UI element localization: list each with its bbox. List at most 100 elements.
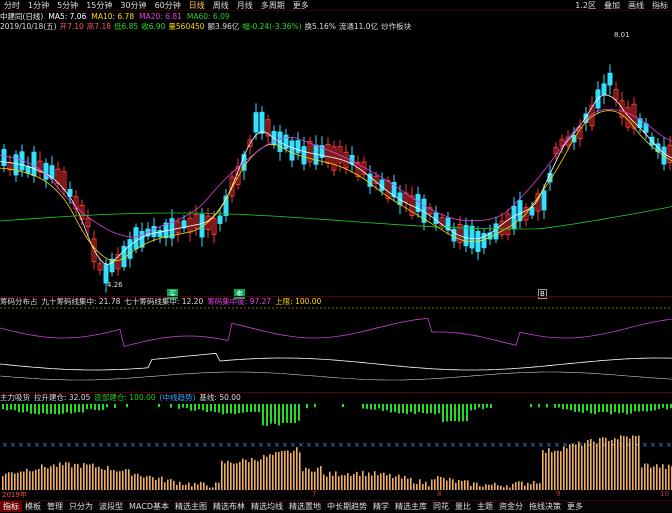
- indicator-tab-6[interactable]: 精选主图: [172, 501, 210, 512]
- period-tab-2[interactable]: 5分钟: [53, 0, 82, 11]
- accumulation-bar: [490, 404, 492, 409]
- main-force-bar: [416, 484, 418, 490]
- main-force-bar: [557, 450, 559, 490]
- indicator-tab-2[interactable]: 管理: [44, 501, 66, 512]
- accumulation-bar: [94, 404, 96, 410]
- accumulation-bar: [186, 404, 188, 409]
- period-tab-9[interactable]: 多周期: [257, 0, 289, 11]
- accumulation-bar: [642, 404, 644, 412]
- period-tab-8[interactable]: 月线: [233, 0, 257, 11]
- toolbar-right-button-0[interactable]: 1.2区: [571, 0, 600, 11]
- indicator-tab-4[interactable]: 波段型: [96, 501, 126, 512]
- indicator2-header: 主力吸货 拉升建仓: 32.05 底部建仓: 100.00 (中线趋势) 基线:…: [0, 393, 241, 402]
- indicator-tab-9[interactable]: 精选置地: [286, 501, 324, 512]
- main-force-bar: [287, 450, 289, 490]
- indicator-tab-17[interactable]: 拖线决策: [526, 501, 564, 512]
- toolbar-right-button-2[interactable]: 画线: [624, 0, 648, 11]
- main-force-bar: [479, 486, 481, 490]
- baseline-marker: ×: [74, 441, 80, 449]
- main-force-bar: [332, 475, 334, 490]
- main-force-bar: [563, 446, 565, 490]
- main-force-bar: [266, 456, 268, 490]
- main-force-bar: [131, 475, 133, 490]
- quote-high: 高7.18: [86, 21, 111, 31]
- indicator-tab-10[interactable]: 中长期趋势: [324, 501, 370, 512]
- baseline-marker: ×: [498, 441, 504, 449]
- chip-distribution-chart[interactable]: [0, 306, 672, 391]
- indicator-tab-1[interactable]: 模板: [22, 501, 44, 512]
- indicator-tab-12[interactable]: 精选主库: [392, 501, 430, 512]
- low-price-label: 4.26: [107, 281, 123, 289]
- chip-line-70: [0, 371, 672, 381]
- accumulation-bar: [602, 404, 604, 413]
- main-force-bar: [512, 483, 514, 490]
- indicator-tab-14[interactable]: 量比: [452, 501, 474, 512]
- indicator-tab-3[interactable]: 只分为: [66, 501, 96, 512]
- accumulation-bar: [530, 404, 532, 408]
- baseline-marker: ×: [546, 441, 552, 449]
- accumulation-bar: [254, 404, 256, 412]
- baseline-marker: ×: [146, 441, 152, 449]
- main-force-bar: [656, 464, 658, 490]
- quote-change: 幅-0.24(-3.36%): [242, 21, 302, 31]
- indicator-tab-7[interactable]: 精选布林: [210, 501, 248, 512]
- period-tab-3[interactable]: 15分钟: [82, 0, 116, 11]
- indicator-tab-11[interactable]: 精学: [370, 501, 392, 512]
- indicator-tab-13[interactable]: 同花: [430, 501, 452, 512]
- main-force-bar: [296, 447, 298, 490]
- toolbar-right-button-1[interactable]: 叠加: [600, 0, 624, 11]
- main-force-bar: [590, 438, 592, 490]
- baseline-marker: ×: [210, 441, 216, 449]
- period-tab-6[interactable]: 日线: [185, 0, 209, 11]
- period-tab-7[interactable]: 周线: [209, 0, 233, 11]
- baseline-marker: ×: [162, 441, 168, 449]
- indicator-tab-16[interactable]: 资金分: [496, 501, 526, 512]
- indicator-tab-8[interactable]: 精选均线: [248, 501, 286, 512]
- main-force-bar: [278, 451, 280, 490]
- accumulation-bar: [470, 404, 472, 411]
- accumulation-bar: [366, 404, 368, 409]
- main-force-bar: [545, 452, 547, 490]
- period-tab-0[interactable]: 分时: [0, 0, 24, 11]
- indicator-tab-bar: 指标 模板 管理 只分为 波段型 MACD基本 精选主图 精选布林 精选均线 精选置地 中长期趋势精…: [0, 500, 672, 512]
- main-force-bar: [26, 468, 28, 490]
- baseline-marker: ×: [378, 441, 384, 449]
- main-force-chart[interactable]: × × × × × × × × × × × × × × × × × × × × × × × × × × × × × × × × × × × × × × × ×…: [0, 402, 672, 491]
- main-force-bar: [560, 451, 562, 490]
- main-force-bar: [17, 472, 19, 490]
- main-force-bar: [182, 485, 184, 490]
- accumulation-bar: [594, 404, 596, 415]
- main-force-bar: [398, 474, 400, 490]
- main-force-bar: [506, 485, 508, 490]
- period-tab-1[interactable]: 1分钟: [24, 0, 53, 11]
- period-tab-10[interactable]: 更多: [289, 0, 313, 11]
- baseline-marker: ×: [202, 441, 208, 449]
- candle-body: [493, 223, 499, 240]
- accumulation-bar: [222, 404, 224, 415]
- main-force-bar: [353, 473, 355, 490]
- main-force-bar: [77, 464, 79, 490]
- main-force-bar: [299, 452, 301, 490]
- main-force-bar: [107, 465, 109, 490]
- indicator-tab-0[interactable]: 指标: [0, 501, 22, 512]
- indicator-tab-5[interactable]: MACD基本: [126, 501, 172, 512]
- main-force-bar: [377, 475, 379, 490]
- main-force-bar: [32, 471, 34, 490]
- baseline-marker: ×: [314, 441, 320, 449]
- baseline-marker: ×: [106, 441, 112, 449]
- period-tab-4[interactable]: 30分钟: [116, 0, 150, 11]
- main-force-bar: [584, 443, 586, 490]
- indicator-tab-18[interactable]: 更多: [564, 501, 586, 512]
- candlestick-chart[interactable]: [0, 31, 672, 293]
- accumulation-bar: [42, 404, 44, 414]
- main-force-bar: [659, 467, 661, 490]
- high-price-label: 8.01: [614, 31, 630, 39]
- main-force-bar: [632, 435, 634, 490]
- period-tab-5[interactable]: 60分钟: [151, 0, 185, 11]
- toolbar-right-button-3[interactable]: 指标: [648, 0, 672, 11]
- main-force-bar: [152, 477, 154, 490]
- indicator-tab-15[interactable]: 主题: [474, 501, 496, 512]
- main-force-bar: [410, 477, 412, 490]
- accumulation-bar: [314, 404, 316, 408]
- accumulation-bar: [178, 404, 180, 409]
